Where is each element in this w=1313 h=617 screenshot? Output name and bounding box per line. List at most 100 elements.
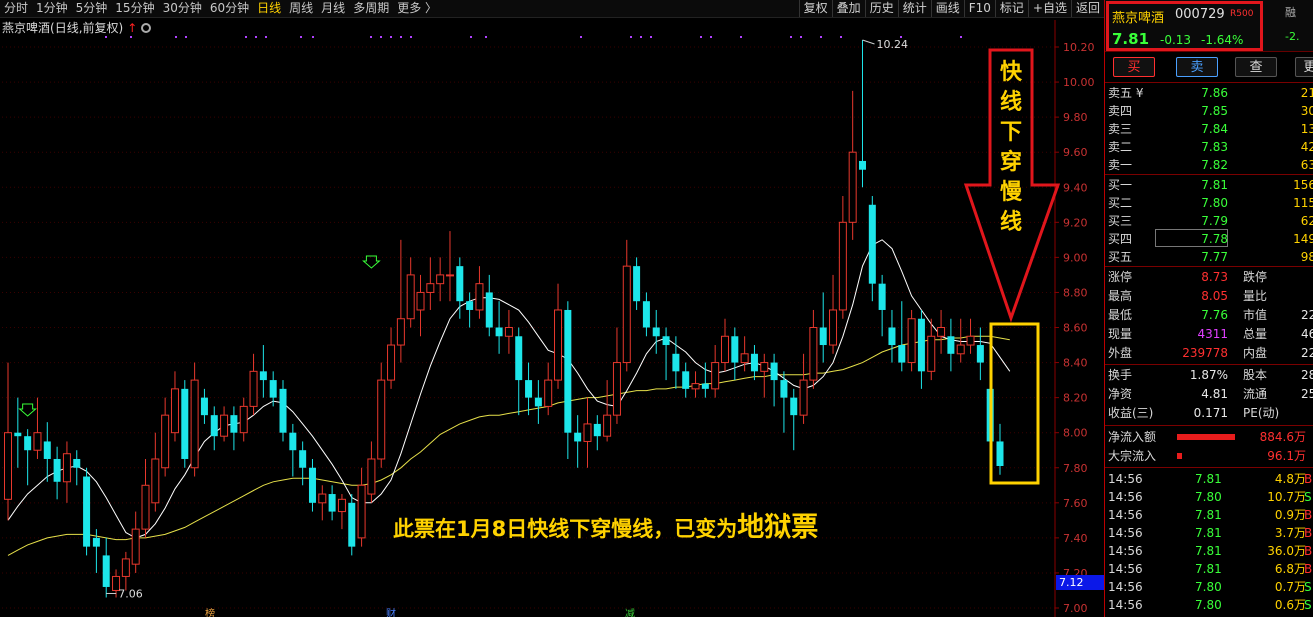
stat-value: 4311 (1197, 327, 1228, 341)
order-price: 7.84 (1201, 122, 1228, 136)
divider (1105, 82, 1313, 83)
tool-button[interactable]: +自选 (1027, 0, 1071, 17)
tick-side: B (1304, 544, 1313, 558)
price-axis: 7.007.207.407.607.808.008.208.408.608.80… (1054, 20, 1095, 617)
candle-body (682, 371, 690, 389)
candle (24, 429, 32, 486)
tick-qty: 3.7万 (1274, 526, 1306, 540)
buy-button[interactable]: 买 (1113, 57, 1155, 77)
tool-button[interactable]: 返回 (1070, 0, 1104, 17)
tool-button[interactable]: 画线 (930, 0, 964, 17)
stock-name[interactable]: 燕京啤酒 (1112, 7, 1164, 26)
candle (151, 432, 160, 512)
period-tab[interactable]: 分时 (0, 0, 32, 17)
order-row[interactable]: 买二 7.80 115 (1105, 194, 1313, 212)
tick-row: 14:56 7.80 0.7万 S (1105, 578, 1313, 596)
order-row[interactable]: 卖二 7.83 42 (1105, 138, 1313, 156)
flow-value: 96.1万 (1267, 449, 1306, 463)
period-tab[interactable]: 5分钟 (72, 0, 112, 17)
candle-body (299, 450, 307, 468)
settings-icon[interactable] (141, 23, 152, 33)
tool-button[interactable]: 叠加 (831, 0, 865, 17)
period-tab[interactable]: 30分钟 (159, 0, 206, 17)
candle (927, 318, 936, 381)
candle (720, 318, 729, 372)
stat-label: 市值 (1243, 308, 1268, 322)
candle (406, 257, 415, 328)
candle (83, 467, 91, 556)
candle-body (495, 327, 503, 337)
order-price: 7.82 (1201, 158, 1228, 172)
candle-body (485, 292, 493, 328)
stock-title: 燕京啤酒 (2, 21, 51, 35)
period-tab[interactable]: 日线 (253, 0, 285, 17)
query-button[interactable]: 查 (1235, 57, 1277, 77)
candle-body (790, 397, 798, 416)
divider (1105, 467, 1313, 468)
candle (612, 327, 621, 424)
stat-row: 换手 1.87% 股本 28 (1105, 366, 1313, 384)
candle-body (377, 379, 386, 460)
order-row[interactable]: 卖三 7.84 13 (1105, 120, 1313, 138)
period-tab[interactable]: 更多 〉 (393, 0, 441, 17)
order-row[interactable]: 卖一 7.82 63 (1105, 156, 1313, 174)
more-button[interactable]: 更 (1295, 57, 1313, 77)
candle-body (210, 415, 218, 437)
event-dot (400, 36, 402, 38)
order-row[interactable]: 卖四 7.85 30 (1105, 102, 1313, 120)
stat-label: 流通 (1243, 387, 1268, 401)
order-label: 买三 (1108, 214, 1133, 228)
candle (367, 441, 376, 503)
order-row[interactable]: 买四 7.78 149 (1105, 230, 1313, 248)
order-row[interactable]: 买三 7.79 62 (1105, 212, 1313, 230)
event-dot (470, 36, 472, 38)
candle (102, 537, 110, 598)
stat-label: PE(动) (1243, 406, 1280, 420)
tool-button[interactable]: 标记 (994, 0, 1028, 17)
tool-button[interactable]: F10 (963, 0, 995, 17)
period-tab[interactable]: 周线 (285, 0, 317, 17)
candle-body (131, 528, 140, 565)
candle-body (456, 266, 464, 302)
period-tab[interactable]: 15分钟 (111, 0, 158, 17)
sell-button[interactable]: 卖 (1176, 57, 1218, 77)
candle (348, 494, 356, 556)
candle-body (622, 265, 631, 364)
order-row[interactable]: 买一 7.81 156 (1105, 176, 1313, 194)
order-volume: 63 (1300, 158, 1313, 172)
period-tab[interactable]: 60分钟 (206, 0, 253, 17)
period-tab[interactable]: 多周期 (349, 0, 393, 17)
stock-code: 000729 (1175, 7, 1225, 22)
up-arrow-icon[interactable]: ↑ (127, 21, 137, 35)
tool-button[interactable]: 统计 (897, 0, 931, 17)
candle (976, 327, 984, 381)
axis-tick-label: 8.00 (1063, 427, 1088, 440)
axis-tick-label: 9.40 (1063, 181, 1088, 194)
event-dot (380, 36, 382, 38)
candle (337, 494, 346, 530)
order-row[interactable]: 卖五 ¥ 7.86 21 (1105, 84, 1313, 102)
order-price: 7.85 (1201, 104, 1228, 118)
order-price: 7.81 (1201, 178, 1228, 192)
candle-body (633, 266, 641, 302)
stat-label: 内盘 (1243, 346, 1268, 360)
tool-button[interactable]: 历史 (864, 0, 898, 17)
candle (200, 388, 208, 424)
stat-value: 229 (1301, 346, 1313, 360)
tick-price: 7.81 (1195, 472, 1222, 486)
candle-body (809, 327, 818, 381)
candle-body (53, 458, 61, 482)
tick-time: 14:56 (1108, 526, 1143, 540)
period-tab[interactable]: 1分钟 (32, 0, 72, 17)
event-dot (312, 36, 314, 38)
candle (799, 353, 808, 424)
trade-buttons: 买 卖 查 更 (1105, 56, 1313, 78)
candle-body (564, 309, 572, 433)
axis-tick-label: 7.60 (1063, 497, 1088, 510)
tool-button[interactable]: 复权 (798, 0, 832, 17)
period-tab[interactable]: 月线 (317, 0, 349, 17)
candle-body (927, 335, 936, 372)
order-price: 7.80 (1201, 196, 1228, 210)
order-row[interactable]: 买五 7.77 98 (1105, 248, 1313, 266)
candle (318, 485, 327, 521)
